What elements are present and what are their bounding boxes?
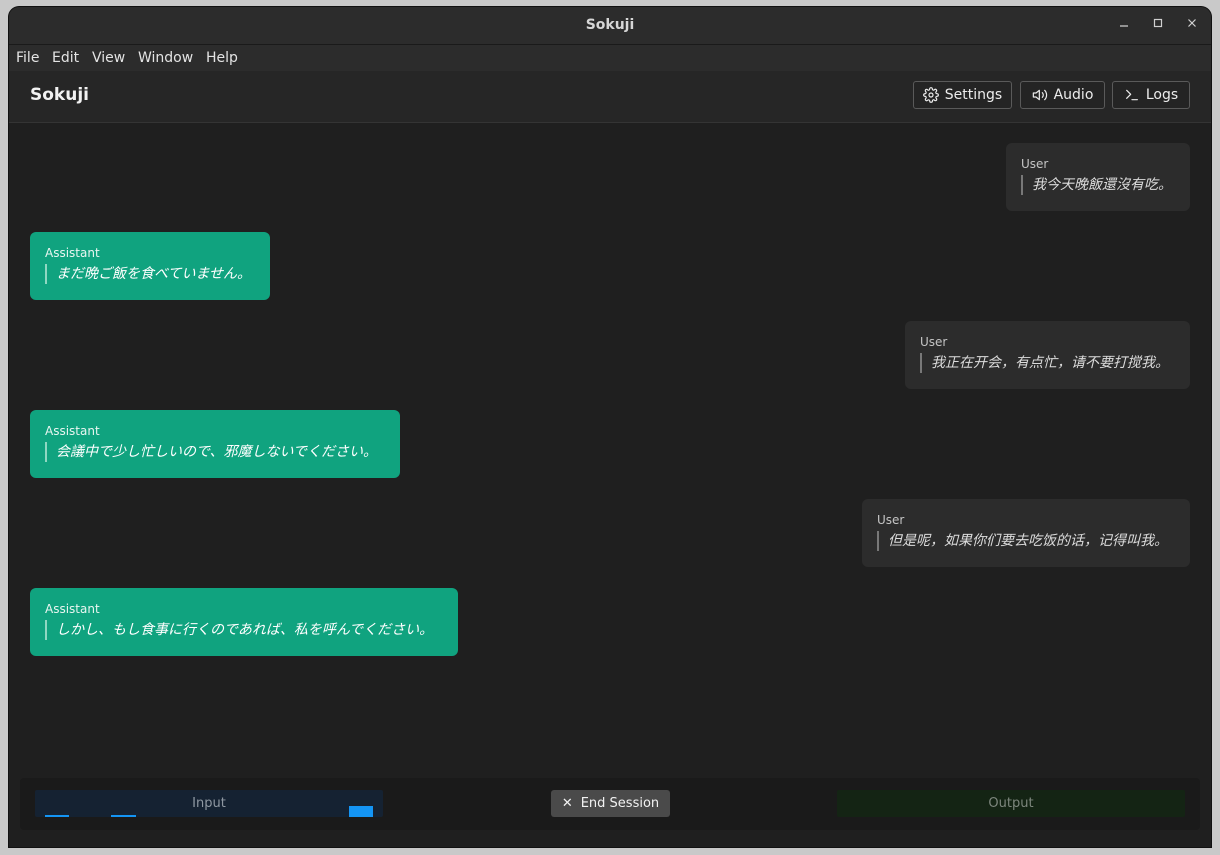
output-label: Output — [988, 796, 1034, 811]
user-message: User 我今天晚飯還沒有吃。 — [1006, 143, 1190, 211]
assistant-message: Assistant しかし、もし食事に行くのであれば、私を呼んでください。 — [30, 588, 458, 656]
assistant-message: Assistant 会議中で少し忙しいので、邪魔しないでください。 — [30, 410, 400, 478]
settings-label: Settings — [944, 87, 1003, 103]
menu-file[interactable]: File — [16, 45, 39, 71]
assistant-message: Assistant まだ晩ご飯を食べていません。 — [30, 232, 270, 300]
end-session-button[interactable]: ✕ End Session — [551, 790, 670, 817]
user-message: User 我正在开会，有点忙，请不要打搅我。 — [905, 321, 1190, 389]
logs-button[interactable]: Logs — [1112, 81, 1190, 109]
speaker-icon — [1032, 89, 1047, 101]
user-message: User 但是呢，如果你们要去吃饭的话，记得叫我。 — [862, 499, 1190, 567]
audio-button[interactable]: Audio — [1020, 81, 1105, 109]
message-role: User — [877, 513, 905, 527]
input-meter: Input — [35, 790, 383, 817]
maximize-icon[interactable] — [1148, 16, 1168, 36]
message-text: まだ晩ご飯を食べていません。 — [45, 264, 255, 284]
message-role: Assistant — [45, 602, 100, 616]
message-role: User — [1021, 157, 1049, 171]
message-role: Assistant — [45, 424, 100, 438]
close-icon[interactable] — [1182, 16, 1202, 36]
input-label: Input — [192, 796, 226, 811]
minimize-icon[interactable] — [1114, 16, 1134, 36]
message-text: 会議中で少し忙しいので、邪魔しないでください。 — [45, 442, 385, 462]
message-text: 我正在开会，有点忙，请不要打搅我。 — [920, 353, 1175, 373]
gear-icon — [922, 87, 939, 103]
message-text: 我今天晚飯還沒有吃。 — [1021, 175, 1175, 195]
terminal-icon — [1125, 89, 1138, 101]
menu-bar: File Edit View Window Help — [9, 45, 1211, 71]
menu-help[interactable]: Help — [206, 45, 238, 71]
menu-window[interactable]: Window — [138, 45, 193, 71]
menu-edit[interactable]: Edit — [52, 45, 79, 71]
app-window: Sokuji File Edit View Window Help Sokuji… — [9, 7, 1211, 847]
output-meter: Output — [837, 790, 1185, 817]
close-icon: ✕ — [561, 796, 573, 811]
app-header: Sokuji Settings Audio Logs — [9, 71, 1211, 123]
logs-label: Logs — [1145, 87, 1179, 103]
message-role: User — [920, 335, 948, 349]
title-bar: Sokuji — [9, 7, 1211, 45]
app-title: Sokuji — [30, 85, 89, 105]
window-title: Sokuji — [585, 17, 635, 33]
session-footer: Input ✕ End Session Output — [20, 778, 1200, 830]
audio-label: Audio — [1053, 87, 1094, 103]
message-role: Assistant — [45, 246, 100, 260]
end-session-label: End Session — [580, 796, 660, 811]
message-text: しかし、もし食事に行くのであれば、私を呼んでください。 — [45, 620, 443, 640]
message-text: 但是呢，如果你们要去吃饭的话，记得叫我。 — [877, 531, 1175, 551]
settings-button[interactable]: Settings — [913, 81, 1012, 109]
menu-view[interactable]: View — [92, 45, 125, 71]
